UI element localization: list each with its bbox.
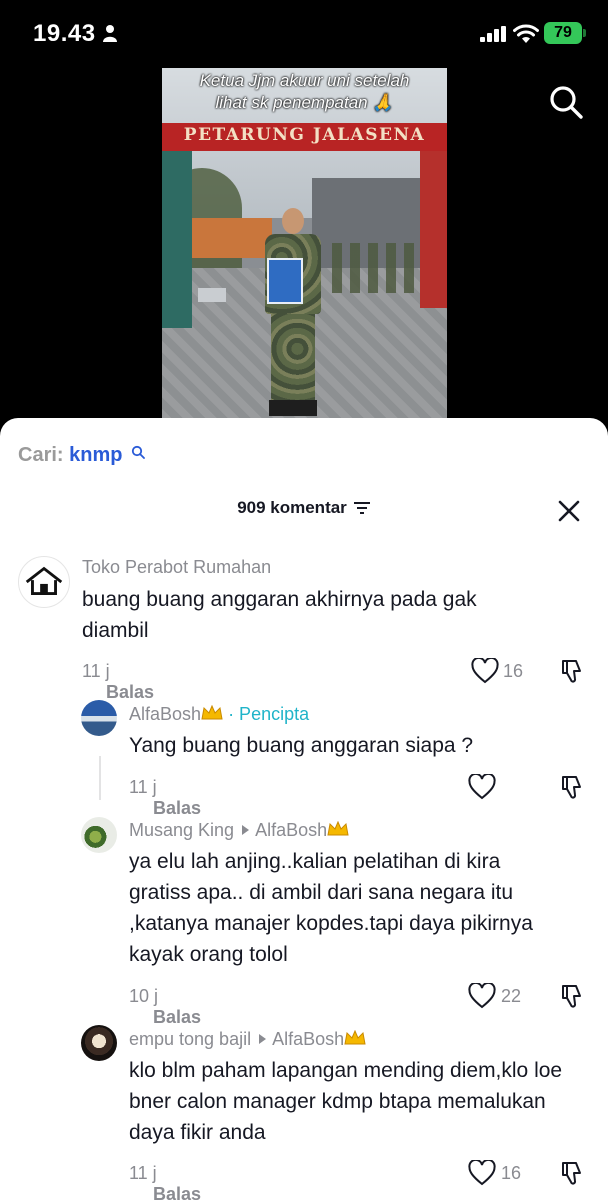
- heart-icon[interactable]: [471, 658, 499, 684]
- dislike-icon[interactable]: [559, 1160, 585, 1186]
- house-icon: [25, 566, 63, 595]
- dislike-icon[interactable]: [559, 983, 585, 1009]
- avatar[interactable]: [18, 556, 70, 608]
- like-count: 16: [501, 1163, 522, 1183]
- comment-username-text[interactable]: AlfaBosh: [129, 704, 201, 724]
- video-bench: [198, 288, 226, 302]
- search-icon: [131, 445, 145, 459]
- related-search-term[interactable]: knmp: [69, 444, 122, 466]
- related-search-prefix: Cari:: [18, 444, 64, 466]
- creator-badge: · Pencipta: [228, 704, 310, 724]
- comment-username[interactable]: Toko Perabot Rumahan: [82, 557, 271, 578]
- comments-count-label: 909 komentar: [237, 498, 347, 517]
- close-icon[interactable]: [556, 498, 582, 524]
- status-bar: 19.43 79: [0, 0, 608, 70]
- heart-icon[interactable]: [468, 983, 496, 1009]
- reply-to-username[interactable]: AlfaBosh: [255, 820, 327, 840]
- video-soldiers-background: [332, 243, 422, 293]
- wifi-icon: [513, 24, 539, 43]
- reply-arrow-icon: [259, 1034, 267, 1044]
- gate-sign-text: PETARUNG JALASENA: [183, 125, 426, 145]
- gate-pillar-right: [420, 148, 447, 308]
- comment-text: Yang buang buang anggaran siapa ?: [129, 734, 474, 757]
- soldier-boots: [269, 400, 317, 416]
- battery-tip: [583, 29, 586, 37]
- dislike-icon[interactable]: [559, 658, 585, 684]
- comment-meta: 11 j Balas: [82, 661, 154, 703]
- clock-time: 19.43: [33, 20, 96, 47]
- comment-age: 11 j: [82, 661, 110, 681]
- gate-pillar-left: [162, 148, 192, 328]
- video-player[interactable]: PETARUNG JALASENA Ketua Jjm akuur uni se…: [162, 68, 447, 420]
- search-icon[interactable]: [548, 84, 584, 120]
- soldier-head: [282, 208, 304, 234]
- heart-icon[interactable]: [468, 774, 496, 800]
- soldier-certificate: [267, 258, 303, 304]
- soldier-legs: [271, 312, 315, 404]
- comments-count[interactable]: 909 komentar: [0, 498, 608, 518]
- comment-meta: 11 j Balas: [129, 1163, 201, 1200]
- comment-text: buang buang anggaran akhirnya pada gak d…: [82, 588, 477, 642]
- reply-to-username[interactable]: AlfaBosh: [272, 1029, 344, 1049]
- person-icon: [103, 25, 117, 42]
- comment-meta: 11 j Balas: [129, 777, 201, 819]
- video-caption-line: Ketua Jjm akuur uni setelah: [199, 71, 410, 90]
- like-count: 22: [501, 986, 522, 1006]
- thread-line: [99, 756, 101, 800]
- crown-icon: [327, 821, 349, 836]
- video-caption: Ketua Jjm akuur uni setelah lihat sk pen…: [162, 70, 447, 114]
- reply-arrow-icon: [242, 825, 250, 835]
- dislike-icon[interactable]: [559, 774, 585, 800]
- comment-username[interactable]: Musang King AlfaBosh: [129, 820, 349, 841]
- reply-button[interactable]: Balas: [153, 798, 201, 818]
- comment-username[interactable]: empu tong bajil AlfaBosh: [129, 1029, 366, 1050]
- battery-indicator: 79: [544, 22, 582, 44]
- avatar[interactable]: [81, 1025, 117, 1061]
- like-count: 16: [503, 661, 524, 681]
- heart-icon[interactable]: [468, 1160, 496, 1186]
- video-caption-line: lihat sk penempatan 🙏: [215, 93, 394, 112]
- avatar[interactable]: [81, 817, 117, 853]
- comment-username[interactable]: AlfaBosh · Pencipta: [129, 704, 309, 725]
- cellular-signal-icon: [480, 26, 506, 42]
- comment-age: 11 j: [129, 777, 157, 797]
- comment-meta: 10 j Balas: [129, 986, 201, 1028]
- comments-sheet: Cari: knmp 909 komentar Toko Perabot Rum…: [0, 418, 608, 1200]
- comment-username-text[interactable]: Musang King: [129, 820, 234, 840]
- crown-icon: [201, 705, 223, 720]
- crown-icon: [344, 1030, 366, 1045]
- comment-age: 10 j: [129, 986, 159, 1006]
- reply-button[interactable]: Balas: [153, 1007, 201, 1027]
- battery-level: 79: [554, 24, 572, 41]
- reply-button[interactable]: Balas: [153, 1184, 201, 1200]
- video-soldier: [257, 208, 327, 418]
- avatar[interactable]: [81, 700, 117, 736]
- related-search[interactable]: Cari: knmp: [18, 444, 122, 467]
- comment-age: 11 j: [129, 1163, 157, 1183]
- sort-icon[interactable]: [353, 501, 371, 515]
- comment-text: klo blm paham lapangan mending diem,klo …: [129, 1059, 563, 1144]
- comment-text: ya elu lah anjing..kalian pelatihan di k…: [129, 850, 533, 966]
- reply-button[interactable]: Balas: [106, 682, 154, 702]
- comment-username-text[interactable]: empu tong bajil: [129, 1029, 251, 1049]
